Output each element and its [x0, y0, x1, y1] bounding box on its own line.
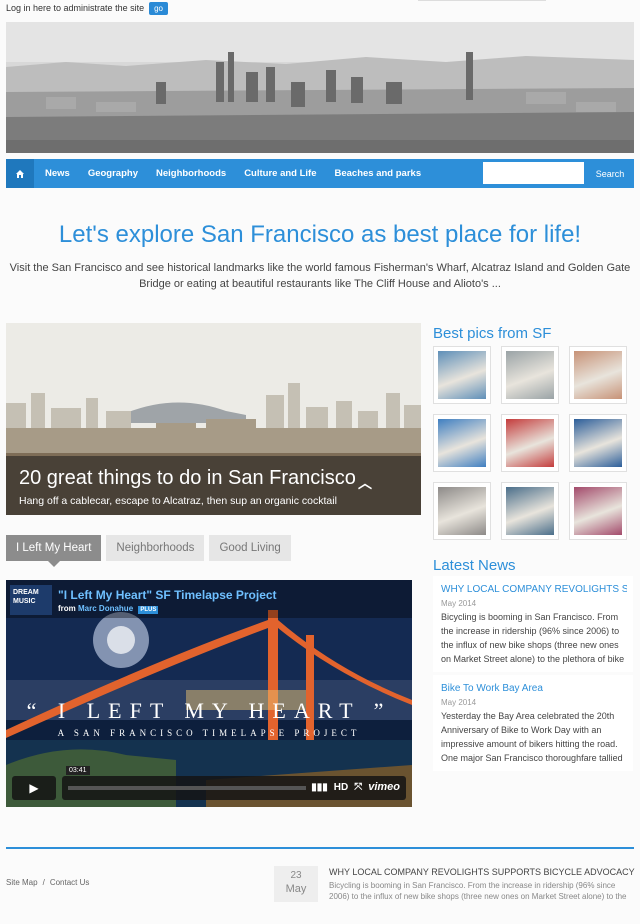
pics-grid — [433, 346, 628, 540]
nav-item-neighborhoods[interactable]: Neighborhoods — [147, 159, 235, 188]
chevron-up-icon[interactable]: ︿ — [358, 473, 372, 493]
footer-divider — [6, 847, 634, 849]
thumbnail-image — [574, 351, 622, 399]
news-date: May 2014 — [441, 698, 477, 707]
thumbnail-image — [438, 419, 486, 467]
video-control-bar: 03:41 ▮▮▮ HD ⤧ vimeo — [62, 766, 406, 800]
news-title[interactable]: WHY LOCAL COMPANY REVOLIGHTS S... — [441, 584, 627, 595]
home-icon — [16, 169, 24, 178]
thumbnail-image — [438, 351, 486, 399]
thumbnail-image — [506, 487, 554, 535]
tab-good-living[interactable]: Good Living — [209, 535, 291, 561]
video-icons: ▮▮▮ HD ⤧ vimeo — [311, 781, 400, 793]
video-time: 03:41 — [66, 766, 90, 775]
gallery-thumbnail[interactable] — [569, 346, 627, 404]
thumbnail-image — [506, 351, 554, 399]
login-go-button[interactable]: go — [149, 1, 168, 15]
gallery-thumbnail[interactable] — [501, 482, 559, 540]
gallery-thumbnail[interactable] — [501, 346, 559, 404]
header-banner-image — [6, 22, 634, 153]
tab-i-left-my-heart[interactable]: I Left My Heart — [6, 535, 102, 567]
gallery-thumbnail[interactable] — [501, 414, 559, 472]
feature-slide[interactable]: 20 great things to do in San Francisco H… — [6, 323, 421, 515]
gallery-thumbnail[interactable] — [433, 346, 491, 404]
footer-news-excerpt: Bicycling is booming in San Francisco. F… — [329, 881, 627, 901]
news-date: May 2014 — [441, 599, 477, 608]
plus-badge: PLUS — [138, 606, 159, 614]
fullscreen-icon[interactable]: ⤧ — [354, 782, 362, 793]
search-input[interactable] — [483, 162, 584, 184]
nav-item-culture[interactable]: Culture and Life — [235, 159, 325, 188]
intro-text: Visit the San Francisco and see historic… — [9, 262, 631, 290]
video-author[interactable]: Marc Donahue — [78, 604, 133, 613]
gallery-thumbnail[interactable] — [569, 482, 627, 540]
thumbnail-image — [574, 487, 622, 535]
news-excerpt: Bicycling is booming in San Francisco. F… — [441, 612, 625, 664]
thumbnail-image — [574, 419, 622, 467]
hd-button[interactable]: HD — [334, 782, 348, 793]
login-text: Log in here to administrate the site — [6, 3, 145, 13]
pics-heading: Best pics from SF — [433, 325, 552, 342]
search-button[interactable]: Search — [586, 159, 634, 188]
main-nav: News Geography Neighborhoods Culture and… — [6, 159, 634, 188]
video-overlay-subtitle: A SAN FRANCISCO TIMELAPSE PROJECT — [57, 728, 361, 738]
home-button[interactable] — [6, 159, 34, 188]
video-player[interactable]: DREAM MUSIC "I Left My Heart" SF Timelap… — [6, 580, 412, 807]
nav-item-news[interactable]: News — [36, 159, 79, 188]
video-byline: from Marc Donahue PLUS — [58, 604, 159, 614]
footer-news-title[interactable]: WHY LOCAL COMPANY REVOLIGHTS SUPPORTS BI… — [329, 867, 635, 877]
date-day: 23 — [290, 870, 302, 881]
feature-subtitle: Hang off a cablecar, escape to Alcatraz,… — [19, 495, 337, 507]
site-map-link[interactable]: Site Map — [6, 878, 38, 887]
date-month: May — [285, 883, 307, 895]
thumbnail-image — [438, 487, 486, 535]
thumbnail-image — [506, 419, 554, 467]
gallery-thumbnail[interactable] — [569, 414, 627, 472]
channel-badge[interactable]: DREAM MUSIC — [10, 585, 52, 615]
progress-track[interactable] — [68, 786, 306, 790]
feature-title[interactable]: 20 great things to do in San Francisco — [19, 467, 356, 490]
news-excerpt: Yesterday the Bay Area celebrated the 20… — [441, 711, 623, 763]
page-headline: Let's explore San Francisco as best plac… — [58, 221, 582, 248]
news-item: WHY LOCAL COMPANY REVOLIGHTS S... May 20… — [433, 576, 633, 672]
video-title[interactable]: "I Left My Heart" SF Timelapse Project — [58, 588, 277, 602]
gallery-thumbnail[interactable] — [433, 482, 491, 540]
news-title[interactable]: Bike To Work Bay Area — [441, 683, 627, 694]
top-divider — [418, 0, 546, 1]
news-heading: Latest News — [433, 557, 516, 574]
contact-us-link[interactable]: Contact Us — [50, 878, 90, 887]
video-controls: ▶ 03:41 ▮▮▮ HD ⤧ vimeo — [12, 766, 406, 801]
play-icon: ▶ — [29, 781, 39, 795]
vimeo-logo[interactable]: vimeo — [368, 781, 400, 793]
nav-item-beaches[interactable]: Beaches and parks — [326, 159, 431, 188]
play-button[interactable]: ▶ — [12, 776, 56, 800]
news-item: Bike To Work Bay Area May 2014 Yesterday… — [433, 675, 633, 771]
gallery-thumbnail[interactable] — [433, 414, 491, 472]
content-tabs: I Left My Heart Neighborhoods Good Livin… — [6, 535, 291, 567]
date-badge: 23 May — [274, 866, 318, 902]
tab-neighborhoods[interactable]: Neighborhoods — [106, 535, 205, 561]
link-separator: / — [42, 878, 45, 887]
nav-item-geography[interactable]: Geography — [79, 159, 147, 188]
video-overlay-title: “ I LEFT MY HEART ” — [26, 698, 392, 723]
byline-from: from — [58, 604, 76, 613]
login-bar: Log in here to administrate the site go — [6, 0, 168, 16]
volume-icon[interactable]: ▮▮▮ — [311, 782, 328, 793]
footer-links: Site Map / Contact Us — [6, 878, 89, 887]
